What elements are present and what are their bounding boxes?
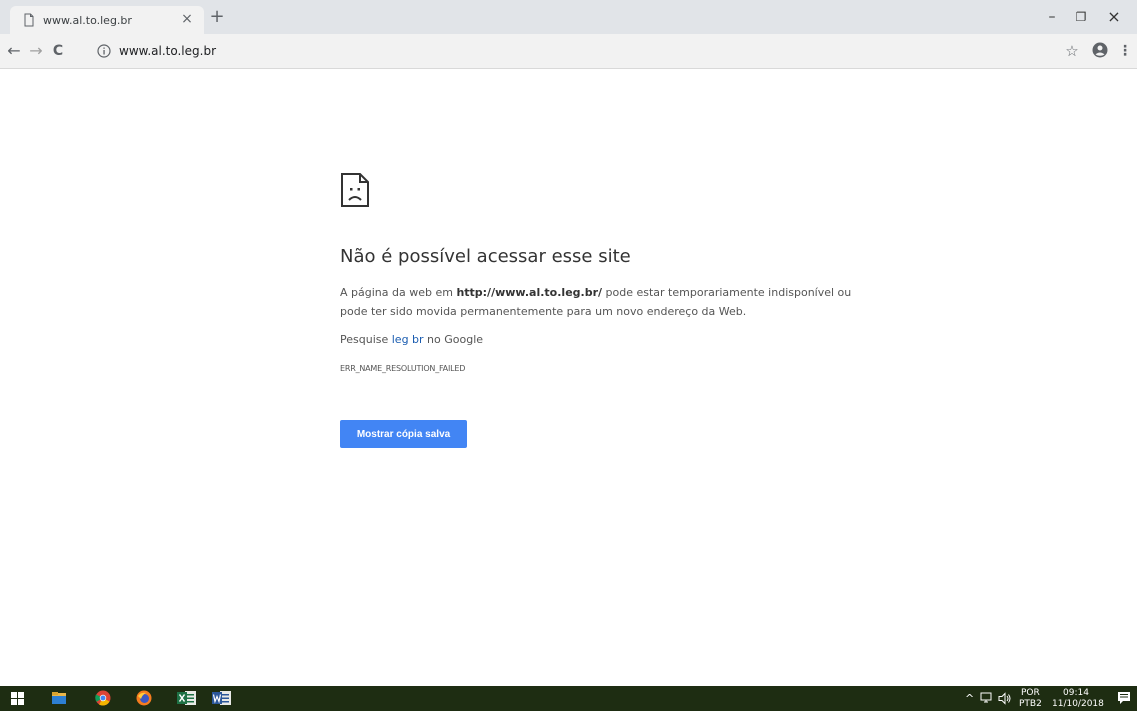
profile-icon[interactable] <box>1092 42 1108 58</box>
clock-date[interactable]: 11/10/2018 <box>1052 699 1104 709</box>
tab-title: www.al.to.leg.br <box>43 14 132 27</box>
excel-icon[interactable] <box>177 690 197 706</box>
search-link[interactable]: leg br <box>392 333 424 346</box>
sad-page-icon <box>341 173 369 207</box>
error-title: Não é possível acessar esse site <box>340 246 631 267</box>
word-icon[interactable] <box>212 690 232 706</box>
file-explorer-icon[interactable] <box>51 690 67 706</box>
forward-button[interactable]: → <box>26 41 46 61</box>
browser-toolbar: ← → C www.al.to.leg.br ☆ ⋮ <box>0 34 1137 69</box>
keyboard-layout[interactable]: PTB2 <box>1019 699 1042 709</box>
close-window-button[interactable]: × <box>1103 8 1125 26</box>
tab-strip: www.al.to.leg.br × + – ❐ × <box>0 0 1137 34</box>
page-icon <box>24 13 34 27</box>
language-indicator[interactable]: POR <box>1021 688 1040 698</box>
tab-close-icon[interactable]: × <box>179 11 195 27</box>
network-icon[interactable] <box>980 692 994 705</box>
back-button[interactable]: ← <box>4 41 24 61</box>
chrome-icon[interactable] <box>95 690 111 706</box>
info-icon[interactable] <box>96 43 112 59</box>
error-description: A página da web em http://www.al.to.leg.… <box>340 283 860 321</box>
windows-start-icon[interactable] <box>11 692 24 705</box>
url-text[interactable]: www.al.to.leg.br <box>119 44 216 58</box>
reload-button[interactable]: C <box>48 41 68 61</box>
volume-icon[interactable] <box>998 692 1012 705</box>
show-hidden-icons[interactable]: ^ <box>965 692 974 705</box>
clock-time[interactable]: 09:14 <box>1063 688 1089 698</box>
tab-active[interactable]: www.al.to.leg.br × <box>10 6 204 34</box>
restore-button[interactable]: ❐ <box>1070 8 1092 26</box>
search-suggestion: Pesquise leg br no Google <box>340 333 483 346</box>
menu-icon[interactable]: ⋮ <box>1118 41 1132 61</box>
system-tray: ^ POR PTB2 09:14 11/10/2018 <box>957 686 1137 711</box>
error-desc-text: A página da web em <box>340 286 457 299</box>
show-cached-copy-button[interactable]: Mostrar cópia salva <box>340 420 467 448</box>
error-url: http://www.al.to.leg.br/ <box>456 286 603 299</box>
search-prefix: Pesquise <box>340 333 392 346</box>
firefox-icon[interactable] <box>136 690 152 706</box>
address-bar[interactable]: www.al.to.leg.br <box>92 40 1042 62</box>
taskbar: ^ POR PTB2 09:14 11/10/2018 <box>0 686 1137 711</box>
search-suffix: no Google <box>423 333 484 346</box>
bookmark-star-icon[interactable]: ☆ <box>1062 41 1082 61</box>
error-code: ERR_NAME_RESOLUTION_FAILED <box>340 364 466 373</box>
new-tab-button[interactable]: + <box>208 8 226 27</box>
minimize-button[interactable]: – <box>1041 8 1063 26</box>
notifications-icon[interactable] <box>1117 691 1131 706</box>
